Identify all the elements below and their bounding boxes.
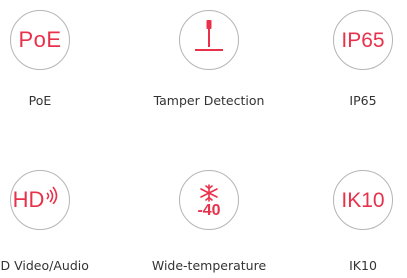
poe-icon: PoE <box>10 10 70 70</box>
ip65-icon: IP65 <box>333 10 393 70</box>
features-grid: PoE PoE Tamper Detection IP65 IP65 HD HD… <box>0 0 407 278</box>
hd-icon-text: HD <box>12 187 45 212</box>
snowflake-icon <box>200 183 218 202</box>
ip65-label: IP65 <box>349 93 377 108</box>
ip65-icon-text: IP65 <box>341 28 385 52</box>
wide-temperature-icon: -40 <box>179 170 239 230</box>
sound-waves-icon <box>46 186 58 204</box>
wide-temperature-label: Wide-temperature <box>151 258 267 273</box>
ik10-icon: IK10 <box>333 170 393 230</box>
tamper-detection-icon <box>179 10 239 70</box>
ik10-icon-text: IK10 <box>341 188 385 212</box>
hd-video-audio-label: HD Video/Audio <box>0 258 89 273</box>
hd-audio-icon: HD <box>10 170 70 230</box>
tamper-tool-glyph <box>195 20 223 51</box>
minus-forty-text: -40 <box>197 201 221 219</box>
poe-label: PoE <box>28 93 52 108</box>
tamper-detection-label: Tamper Detection <box>153 93 265 108</box>
ik10-label: IK10 <box>349 258 377 273</box>
poe-icon-text: PoE <box>18 27 62 52</box>
